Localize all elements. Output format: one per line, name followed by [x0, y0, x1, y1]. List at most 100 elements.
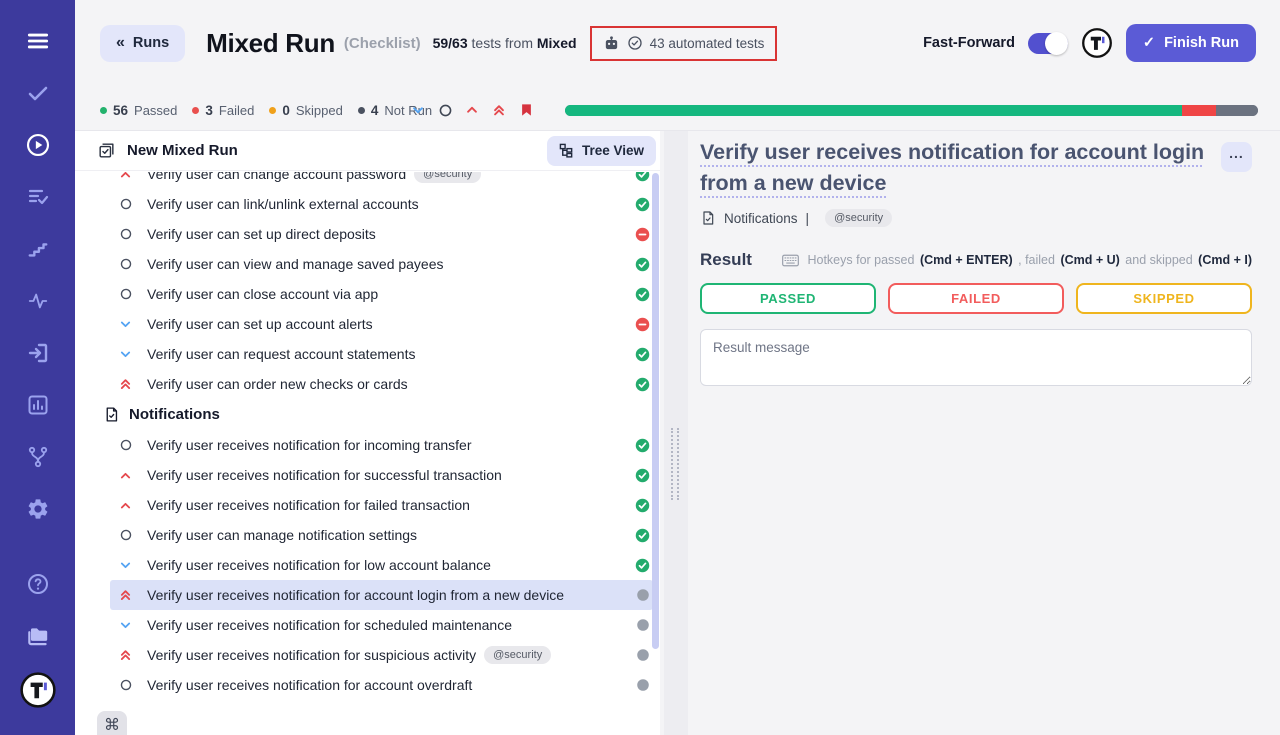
fast-forward-toggle[interactable] [1028, 33, 1068, 54]
test-row[interactable]: Verify user can link/unlink external acc… [110, 189, 653, 219]
tree-view-button[interactable]: Tree View [547, 136, 656, 166]
priority-high-icon [118, 498, 133, 513]
import-icon[interactable] [25, 340, 51, 366]
test-row[interactable]: Verify user receives notification for sc… [110, 610, 653, 640]
finish-run-button[interactable]: ✓ Finish Run [1126, 24, 1256, 62]
finish-run-label: Finish Run [1164, 35, 1239, 51]
skipped-result-button[interactable]: SKIPPED [1076, 283, 1252, 314]
panel-resize-gutter[interactable] [664, 131, 688, 735]
status-passed-icon [635, 172, 650, 182]
hotkey-text: (Cmd + ENTER) [920, 253, 1013, 267]
section-row[interactable]: Notifications [75, 399, 660, 430]
status-counter[interactable]: 56Passed [100, 103, 177, 118]
test-title: Verify user can view and manage saved pa… [147, 256, 444, 272]
stats-bar: 56Passed3Failed0Skipped4Not Run [75, 90, 1280, 131]
test-row[interactable]: Verify user receives notification for fa… [110, 490, 653, 520]
status-dot [192, 107, 199, 114]
tree-view-icon [559, 143, 574, 158]
priority-low-icon [118, 347, 133, 362]
tests-count-value: 59/63 [433, 35, 468, 51]
chevron-down-filter-icon[interactable] [410, 102, 426, 118]
test-row[interactable]: Verify user can close account via app [110, 279, 653, 309]
test-row[interactable]: Verify user receives notification for ac… [110, 670, 653, 700]
testomat-logo[interactable] [19, 671, 57, 709]
settings-icon[interactable] [25, 496, 51, 522]
test-title: Verify user receives notification for fa… [147, 497, 470, 513]
analytics-icon[interactable] [25, 392, 51, 418]
test-rows-scroll-area[interactable]: Verify user can change account password@… [75, 172, 660, 735]
status-label: Failed [219, 103, 254, 118]
tests-count-text: tests from [468, 35, 537, 51]
priority-low-icon [118, 558, 133, 573]
passed-result-button[interactable]: PASSED [700, 283, 876, 314]
projects-icon[interactable] [25, 623, 51, 649]
test-row[interactable]: Verify user can request account statemen… [110, 339, 653, 369]
test-detail-panel: Verify user receives notification for ac… [690, 131, 1280, 735]
tree-view-label: Tree View [582, 143, 644, 158]
steps-icon[interactable] [25, 236, 51, 262]
runs-button-label: Runs [133, 35, 169, 51]
list-scrollbar-thumb[interactable] [652, 173, 659, 649]
status-counter[interactable]: 3Failed [192, 103, 254, 118]
bookmark-icon[interactable] [518, 102, 534, 118]
test-row[interactable]: Verify user can set up account alerts [110, 309, 653, 339]
result-message-input[interactable] [700, 329, 1252, 386]
status-notrun-icon [635, 618, 650, 633]
hotkey-text: (Cmd + I) [1198, 253, 1252, 267]
test-row[interactable]: Verify user can view and manage saved pa… [110, 249, 653, 279]
test-row[interactable]: Verify user receives notification for in… [110, 430, 653, 460]
suite-name[interactable]: Notifications [724, 211, 798, 226]
priority-high-icon [118, 468, 133, 483]
branch-icon[interactable] [25, 444, 51, 470]
priority-normal-icon [118, 197, 133, 212]
tag-badge[interactable]: @security [825, 209, 892, 227]
keyboard-icon [782, 254, 799, 270]
test-row[interactable]: Verify user receives notification for su… [110, 640, 653, 670]
chevron-up-filter-icon[interactable] [464, 102, 480, 118]
test-row[interactable]: Verify user receives notification for lo… [110, 550, 653, 580]
activity-icon[interactable] [25, 288, 51, 314]
test-title: Verify user can set up account alerts [147, 316, 373, 332]
status-label: Passed [134, 103, 177, 118]
double-chevron-left-icon: « [116, 34, 125, 52]
status-passed-icon [635, 287, 650, 302]
more-options-button[interactable]: ... [1221, 142, 1252, 172]
failed-result-button[interactable]: FAILED [888, 283, 1064, 314]
test-row[interactable]: Verify user receives notification for ac… [110, 580, 653, 610]
test-detail-title[interactable]: Verify user receives notification for ac… [700, 137, 1215, 199]
test-title: Verify user receives notification for ac… [147, 587, 564, 603]
back-to-runs-button[interactable]: « Runs [100, 25, 185, 62]
test-row[interactable]: Verify user receives notification for su… [110, 460, 653, 490]
priority-low-icon [118, 618, 133, 633]
check-icon[interactable] [25, 80, 51, 106]
list-header: New Mixed Run Tree View [75, 131, 660, 171]
testomat-badge-logo[interactable] [1081, 27, 1113, 59]
command-key-hint[interactable]: ⌘ [97, 711, 127, 735]
test-meta: Notifications | @security [700, 209, 1252, 227]
priority-critical-icon [118, 377, 133, 392]
test-row[interactable]: Verify user can set up direct deposits [110, 219, 653, 249]
sidebar [0, 0, 75, 735]
checklist-icon[interactable] [25, 184, 51, 210]
test-list-panel: New Mixed Run Tree View Verify user can … [75, 131, 660, 735]
test-row[interactable]: Verify user can manage notification sett… [110, 520, 653, 550]
test-row[interactable]: Verify user can change account password@… [110, 172, 653, 189]
test-row[interactable]: Verify user can order new checks or card… [110, 369, 653, 399]
priority-high-icon [118, 172, 133, 182]
automated-tests-annotation: 43 automated tests [590, 26, 778, 61]
priority-low-icon [118, 317, 133, 332]
menu-icon[interactable] [25, 28, 51, 54]
status-counter[interactable]: 0Skipped [269, 103, 343, 118]
status-notrun-icon [635, 588, 650, 603]
circle-filter-icon[interactable] [437, 102, 453, 118]
priority-normal-icon [118, 678, 133, 693]
test-title: Verify user can request account statemen… [147, 346, 415, 362]
priority-normal-icon [118, 227, 133, 242]
double-chevron-up-filter-icon[interactable] [491, 102, 507, 118]
top-header: « Runs Mixed Run (Checklist) 59/63 tests… [75, 0, 1280, 90]
status-passed-icon [635, 347, 650, 362]
status-dot [358, 107, 365, 114]
help-icon[interactable] [25, 571, 51, 597]
resize-grip-icon [671, 428, 679, 500]
play-circle-icon[interactable] [25, 132, 51, 158]
